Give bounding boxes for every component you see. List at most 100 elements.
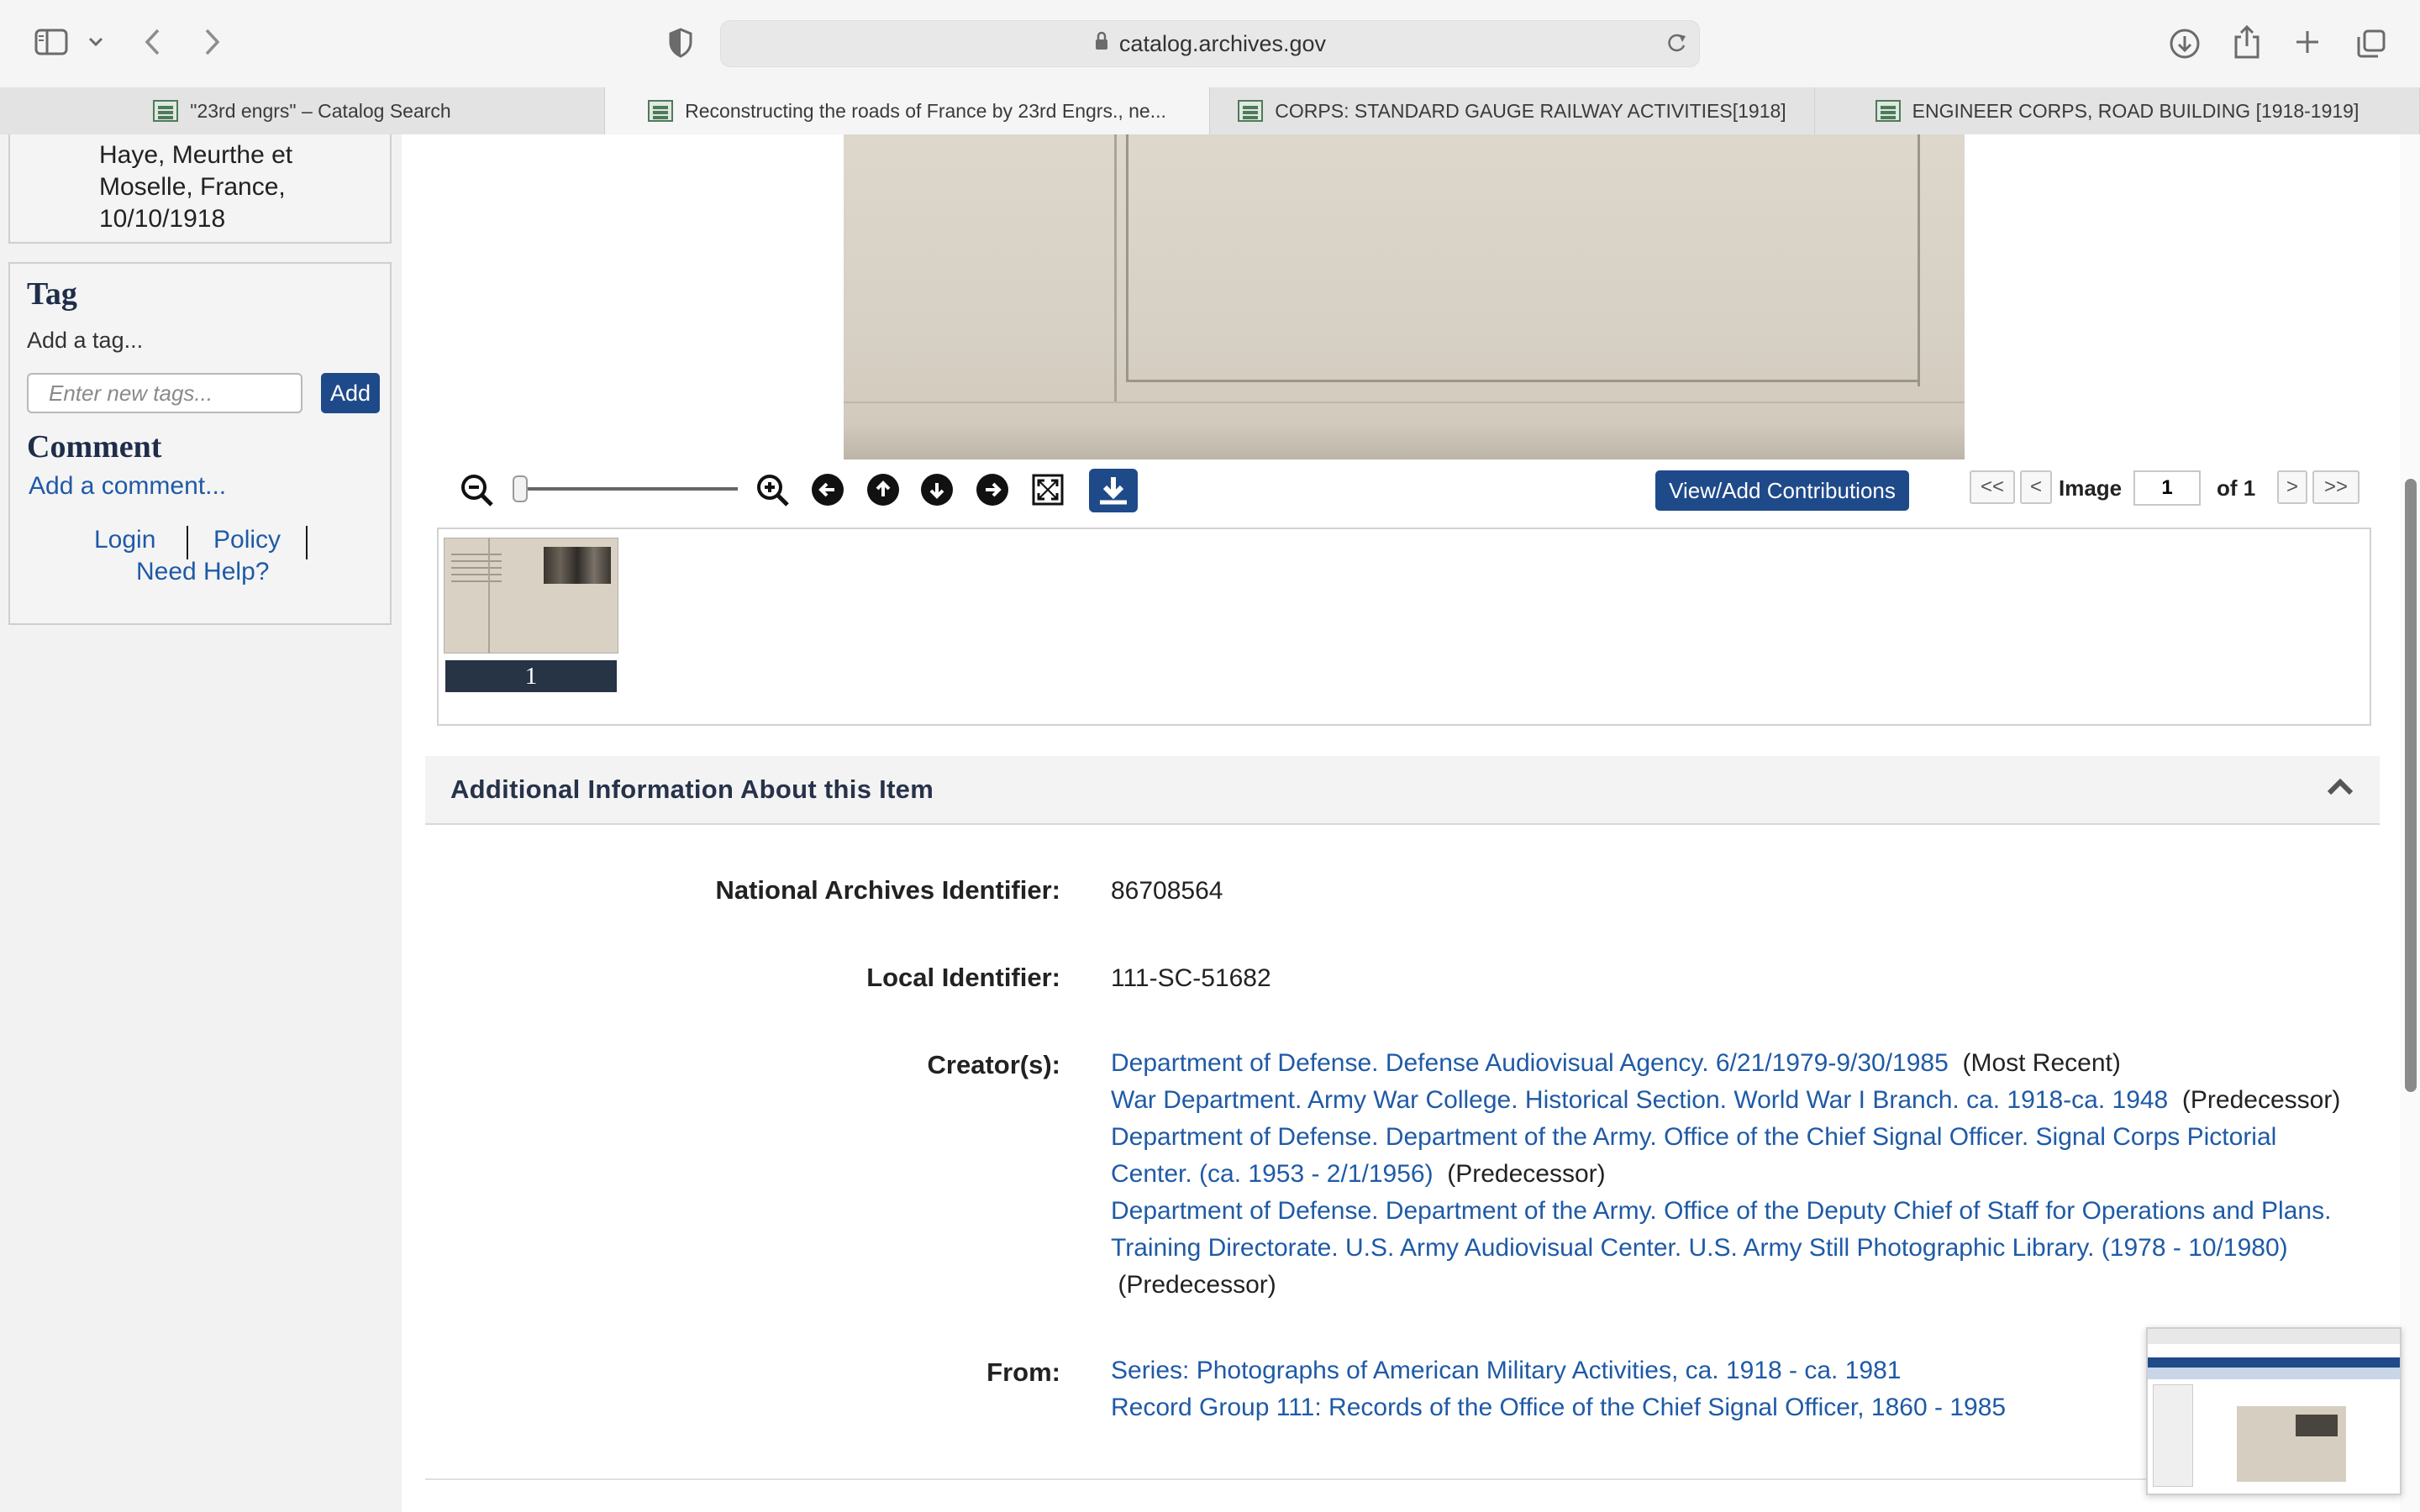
pan-left-icon[interactable] [812, 474, 844, 506]
page-scrollbar[interactable] [2400, 134, 2420, 1512]
previous-page-button[interactable]: < [2020, 470, 2052, 504]
creator-link[interactable]: Training Directorate. U.S. Army Audiovis… [1111, 1234, 2288, 1262]
na-identifier-label: National Archives Identifier: [715, 875, 1060, 905]
back-icon[interactable] [138, 24, 166, 60]
creators-list: Department of Defense. Defense Audiovisu… [1111, 1045, 2354, 1304]
address-bar[interactable]: catalog.archives.gov [720, 20, 1700, 67]
image-label: Image [2059, 475, 2123, 501]
add-tag-button[interactable]: Add [321, 373, 380, 413]
thumbnail-item[interactable]: 1 [444, 538, 618, 696]
thumbnail-photo [544, 547, 611, 584]
preview-image [2237, 1406, 2346, 1482]
zoom-slider-track[interactable] [514, 487, 738, 491]
document-rule [1918, 134, 1920, 386]
share-icon[interactable] [2228, 22, 2265, 62]
tab-railway-activities[interactable]: CORPS: STANDARD GAUGE RAILWAY ACTIVITIES… [1210, 87, 1815, 134]
creators-label: Creator(s): [927, 1050, 1060, 1079]
tab-label: Reconstructing the roads of France by 23… [685, 99, 1166, 122]
preview-toolbar [2148, 1329, 2400, 1344]
download-image-button[interactable] [1089, 469, 1138, 512]
thumbnail-text [451, 554, 502, 587]
chevron-up-icon[interactable] [2326, 776, 2354, 801]
section-divider [425, 1478, 2380, 1480]
creator-link[interactable]: Department of Defense. Department of the… [1111, 1123, 2276, 1151]
page-preview-thumbnail[interactable] [2146, 1327, 2402, 1495]
place-box: Haye, Meurthe et Moselle, France, 10/10/… [8, 134, 392, 244]
archives-favicon-icon [648, 100, 674, 122]
tag-title: Tag [27, 276, 77, 312]
forward-icon[interactable] [198, 24, 227, 60]
creator-item: Department of Defense. Department of the… [1111, 1119, 2354, 1156]
creator-link[interactable]: War Department. Army War College. Histor… [1111, 1086, 2168, 1114]
from-label: From: [986, 1357, 1060, 1387]
archives-favicon-icon [153, 100, 179, 122]
thumbnail-number: 1 [445, 660, 617, 692]
scrollbar-thumb[interactable] [2405, 479, 2417, 1092]
creator-link[interactable]: Department of Defense. Defense Audiovisu… [1111, 1049, 1949, 1077]
comment-title: Comment [27, 429, 162, 465]
zoom-out-icon[interactable] [460, 474, 493, 507]
next-page-button[interactable]: > [2277, 470, 2307, 504]
tab-overview-icon[interactable] [2353, 25, 2390, 62]
local-identifier-value: 111-SC-51682 [1111, 964, 1271, 992]
creator-note: (Predecessor) [2181, 1086, 2341, 1114]
local-identifier-label: Local Identifier: [866, 963, 1060, 992]
privacy-shield-icon[interactable] [664, 25, 697, 60]
preview-banner [2148, 1368, 2400, 1379]
zoom-in-icon[interactable] [756, 474, 789, 507]
first-page-button[interactable]: << [1970, 470, 2015, 504]
tab-bar: "23rd engrs" – Catalog Search Reconstruc… [0, 87, 2420, 135]
fullscreen-icon[interactable] [1032, 474, 1064, 506]
page-number-input[interactable] [2133, 470, 2201, 506]
additional-info-title: Additional Information About this Item [450, 774, 934, 804]
reload-icon[interactable] [1665, 31, 1687, 60]
pan-right-icon[interactable] [976, 474, 1008, 506]
creator-link[interactable]: Center. (ca. 1953 - 2/1/1956) [1111, 1160, 1434, 1188]
new-tab-icon[interactable] [2291, 25, 2324, 59]
browser-toolbar: catalog.archives.gov [0, 0, 2420, 88]
creator-note: (Most Recent) [1962, 1049, 2121, 1077]
view-add-contributions-button[interactable]: View/Add Contributions [1655, 470, 1909, 511]
tab-road-building[interactable]: ENGINEER CORPS, ROAD BUILDING [1918-1919… [1815, 87, 2420, 134]
creator-item: (Predecessor) [1111, 1267, 2354, 1304]
last-page-button[interactable]: >> [2312, 470, 2360, 504]
additional-info-header[interactable]: Additional Information About this Item [425, 756, 2380, 825]
page-count-label: of 1 [2217, 475, 2256, 501]
login-link[interactable]: Login [94, 526, 155, 554]
tag-input[interactable] [27, 373, 302, 413]
thumbnail-strip: 1 [437, 528, 2371, 726]
tab-label: CORPS: STANDARD GAUGE RAILWAY ACTIVITIES… [1275, 99, 1786, 122]
sidebar-icon[interactable] [32, 25, 71, 59]
creator-item: Department of Defense. Defense Audiovisu… [1111, 1045, 2354, 1082]
document-rule [844, 402, 1965, 403]
divider [187, 526, 188, 559]
divider [306, 526, 308, 559]
document-image[interactable] [844, 134, 1965, 459]
thumbnail-image[interactable] [444, 538, 618, 654]
preview-sidebar [2153, 1384, 2193, 1487]
creator-item: War Department. Army War College. Histor… [1111, 1082, 2354, 1119]
creator-note: (Predecessor) [1118, 1271, 1276, 1299]
creator-note: (Predecessor) [1447, 1160, 1606, 1188]
creator-link[interactable]: Department of Defense. Department of the… [1111, 1197, 2331, 1225]
chevron-down-icon[interactable] [86, 30, 106, 54]
add-comment-link[interactable]: Add a comment... [29, 472, 226, 501]
archives-favicon-icon [1238, 100, 1264, 122]
tab-catalog-search[interactable]: "23rd engrs" – Catalog Search [0, 87, 605, 134]
tab-reconstructing-roads[interactable]: Reconstructing the roads of France by 23… [605, 87, 1210, 134]
download-icon[interactable] [2166, 25, 2203, 62]
policy-link[interactable]: Policy [213, 526, 281, 554]
pan-down-icon[interactable] [921, 474, 953, 506]
creator-item: Department of Defense. Department of the… [1111, 1193, 2354, 1230]
creator-item: Training Directorate. U.S. Army Audiovis… [1111, 1230, 2354, 1267]
zoom-slider-handle[interactable] [513, 475, 528, 502]
need-help-link[interactable]: Need Help? [136, 558, 269, 586]
pan-up-icon[interactable] [867, 474, 899, 506]
left-sidebar: Haye, Meurthe et Moselle, France, 10/10/… [0, 134, 402, 1512]
document-edge [844, 421, 1965, 459]
archives-favicon-icon [1875, 100, 1901, 122]
tag-comment-box: Tag Add a tag... Add Comment Add a comme… [8, 262, 392, 625]
tab-label: ENGINEER CORPS, ROAD BUILDING [1918-1919… [1912, 99, 2360, 122]
lock-icon [1094, 31, 1109, 57]
document-rule [1126, 380, 1919, 382]
